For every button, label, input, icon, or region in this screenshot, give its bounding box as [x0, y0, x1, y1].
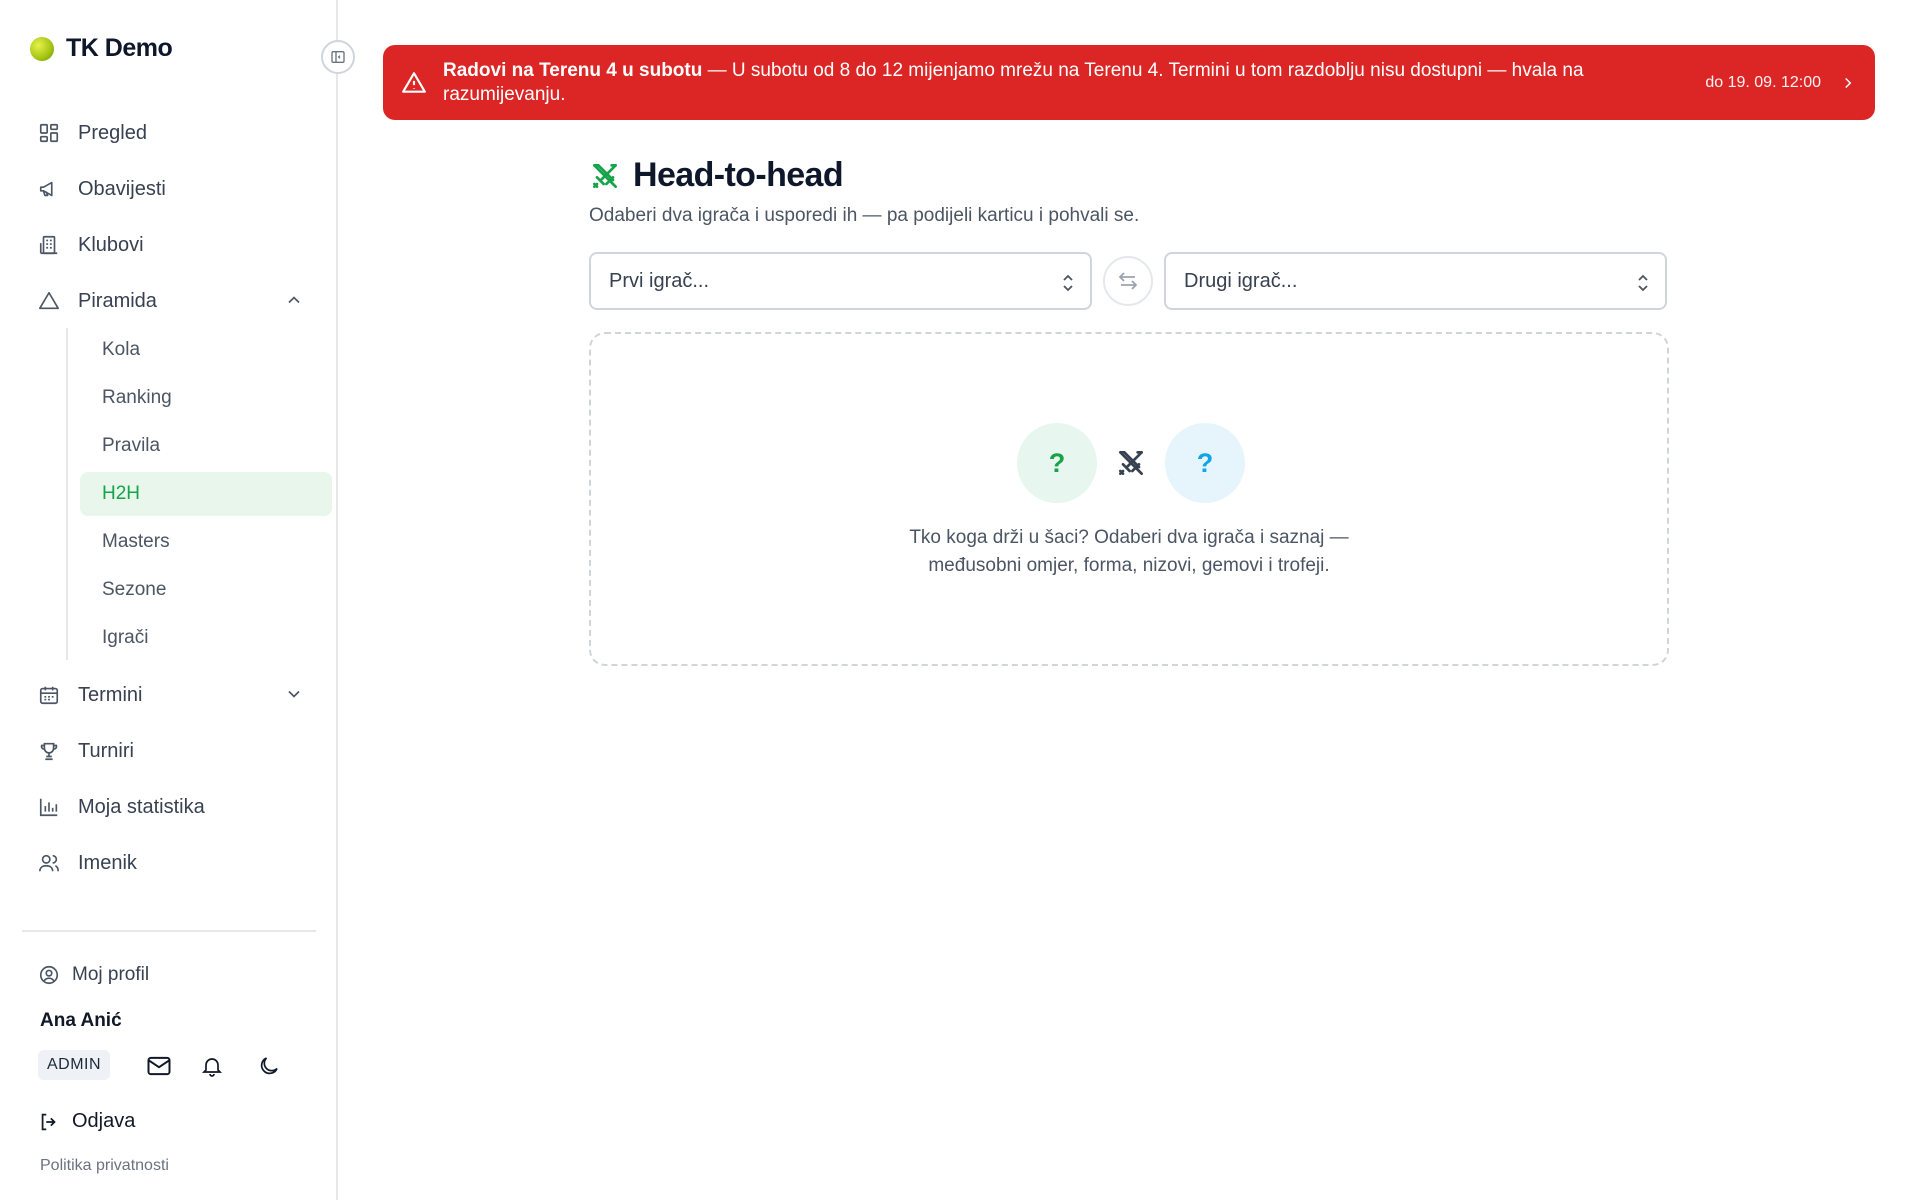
page-subtitle: Odaberi dva igrača i usporedi ih — pa po…	[589, 205, 1140, 226]
select-updown-icon	[1638, 274, 1648, 292]
select-updown-icon	[1063, 274, 1073, 292]
sidebar-item-label: Pregled	[78, 121, 147, 144]
mail-button[interactable]	[145, 1052, 173, 1080]
brand-name: TK Demo	[66, 34, 173, 62]
empty-avatars: ? ?	[1017, 423, 1245, 503]
first-player-placeholder: Prvi igrač...	[609, 269, 710, 292]
main-nav: Pregled Obavijesti Klubovi Piramida Kola…	[22, 110, 332, 896]
sidebar-item-label: Turniri	[78, 739, 134, 762]
player-selectors: Prvi igrač... Drugi igrač...	[589, 252, 1669, 310]
sidebar-subitem-kola[interactable]: Kola	[80, 328, 332, 372]
role-badge: ADMIN	[38, 1050, 111, 1080]
sidebar-item-label: Imenik	[78, 851, 137, 874]
h2h-empty-state: ? ? Tko koga drži u šaci? Odaberi dva ig…	[589, 332, 1669, 666]
sidebar-item-termini[interactable]: Termini	[22, 672, 316, 718]
sidebar-item-label: Moja statistika	[78, 795, 205, 818]
second-player-select[interactable]: Drugi igrač...	[1164, 252, 1667, 310]
calendar-icon	[38, 684, 60, 706]
sidebar: TK Demo Pregled Obavijesti Klubovi Piram…	[0, 0, 338, 1200]
building-icon	[38, 234, 60, 256]
sidebar-item-pregled[interactable]: Pregled	[22, 110, 316, 156]
swap-arrows-icon	[1118, 272, 1138, 290]
main-content: Head-to-head Odaberi dva igrača i uspore…	[589, 156, 1669, 666]
logout-label: Odjava	[72, 1110, 136, 1132]
page-header: Head-to-head	[589, 156, 1669, 195]
collapse-sidebar-button[interactable]	[321, 40, 355, 74]
sidebar-item-label: Obavijesti	[78, 177, 166, 200]
user-circle-icon	[39, 965, 59, 985]
alert-text: Radovi na Terenu 4 u subotu — U subotu o…	[443, 59, 1673, 107]
chevron-up-icon[interactable]	[284, 290, 304, 310]
sidebar-item-label: Klubovi	[78, 233, 144, 256]
megaphone-icon	[38, 178, 60, 200]
theme-toggle-button[interactable]	[255, 1052, 283, 1080]
maintenance-alert-banner[interactable]: Radovi na Terenu 4 u subotu — U subotu o…	[383, 45, 1875, 120]
trophy-icon	[38, 740, 60, 762]
empty-state-line-1: Tko koga drži u šaci? Odaberi dva igrača…	[909, 527, 1349, 548]
second-player-avatar: ?	[1165, 423, 1245, 503]
sidebar-item-obavijesti[interactable]: Obavijesti	[22, 166, 316, 212]
empty-state-text: Tko koga drži u šaci? Odaberi dva igrača…	[591, 524, 1667, 580]
my-profile-link[interactable]: Moj profil	[38, 964, 149, 986]
sidebar-divider	[22, 930, 316, 932]
logout-button[interactable]: Odjava	[38, 1110, 135, 1133]
sidebar-item-piramida[interactable]: Piramida	[22, 278, 316, 324]
piramida-subnav: Kola Ranking Pravila H2H Masters Sezone …	[44, 328, 332, 660]
sidebar-subitem-ranking[interactable]: Ranking	[80, 376, 332, 420]
tennis-ball-logo-icon	[30, 36, 54, 61]
first-player-select[interactable]: Prvi igrač...	[589, 252, 1092, 310]
sidebar-subitem-masters[interactable]: Masters	[80, 520, 332, 564]
mail-icon	[147, 1056, 171, 1076]
warning-triangle-icon	[402, 71, 426, 93]
sidebar-item-label: Termini	[78, 683, 143, 706]
second-player-placeholder: Drugi igrač...	[1184, 269, 1298, 292]
sidebar-subitem-pravila[interactable]: Pravila	[80, 424, 332, 468]
chevron-right-icon	[1845, 77, 1852, 88]
bell-icon	[201, 1058, 223, 1077]
triangle-icon	[38, 290, 60, 312]
sidebar-collapse-icon	[331, 51, 345, 63]
bar-chart-icon	[38, 796, 60, 818]
notifications-button[interactable]	[198, 1052, 226, 1080]
sidebar-subitem-sezone[interactable]: Sezone	[80, 568, 332, 612]
sidebar-item-turniri[interactable]: Turniri	[22, 728, 316, 774]
brand[interactable]: TK Demo	[30, 34, 173, 63]
swap-players-button[interactable]	[1103, 256, 1153, 306]
page-title: Head-to-head	[633, 156, 844, 194]
chevron-down-icon[interactable]	[284, 684, 304, 704]
alert-title: Radovi na Terenu 4 u subotu	[443, 59, 703, 81]
sidebar-item-imenik[interactable]: Imenik	[22, 840, 316, 886]
empty-state-line-2: međusobni omjer, forma, nizovi, gemovi i…	[928, 555, 1330, 576]
privacy-policy-link[interactable]: Politika privatnosti	[40, 1157, 169, 1175]
crossed-swords-icon	[1119, 451, 1143, 475]
my-profile-label: Moj profil	[72, 964, 150, 985]
sidebar-item-moja-statistika[interactable]: Moja statistika	[22, 784, 316, 830]
dashboard-grid-icon	[38, 122, 60, 144]
crossed-swords-icon	[593, 163, 617, 188]
alert-until-date: do 19. 09. 12:00	[1705, 73, 1821, 91]
sidebar-item-label: Piramida	[78, 289, 157, 312]
user-name: Ana Anić	[40, 1010, 122, 1031]
moon-icon	[260, 1057, 278, 1075]
sidebar-subitem-igraci[interactable]: Igrači	[80, 616, 332, 660]
sidebar-subitem-h2h[interactable]: H2H	[80, 472, 332, 516]
users-icon	[38, 852, 60, 874]
first-player-avatar: ?	[1017, 423, 1097, 503]
sidebar-item-klubovi[interactable]: Klubovi	[22, 222, 316, 268]
logout-icon	[41, 1113, 56, 1130]
